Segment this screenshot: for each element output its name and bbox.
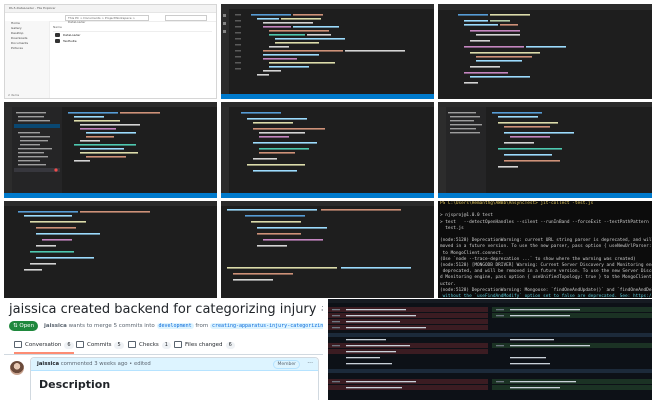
code-lines [4,102,217,198]
merge-summary: jaissica wants to merge 5 commits into d… [44,322,323,330]
comment-box: jaissica commented 3 weeks ago • edited … [30,357,319,400]
head-branch-label[interactable]: creating-apparatus-injury-categorizing-i… [209,323,323,329]
from-text: from [195,323,209,329]
terminal-line: moved in a future version. To use the ne… [440,244,652,250]
search-input[interactable] [165,15,207,21]
search-icon [223,22,226,25]
base-branch-label[interactable]: development [156,323,194,329]
navigation-pane: Home Gallery Desktop Downloads Documents… [5,21,50,98]
comment-meta: commented 3 weeks ago [60,361,128,367]
tab-label: Files changed [185,342,223,348]
source-control-icon [223,30,226,33]
tab-files-changed[interactable]: Files changed 6 [174,339,235,352]
file-name: DataLoader [63,33,81,37]
code-lines [438,102,652,198]
file-diff-icon [174,341,182,348]
tab-commits[interactable]: Commits 5 [76,339,124,352]
terminal-line: d Monitoring engine, pass option { useUn… [440,275,652,281]
folder-icon [55,33,60,37]
checks-icon [128,341,136,348]
pr-title: jaissica created backend for categorizin… [9,302,323,317]
author-link[interactable]: jaissica [44,323,67,329]
terminal-line: without the `useFindAndModify` option se… [440,294,652,298]
address-bar[interactable]: This PC > Documents > ProjectWorkspace >… [65,15,149,24]
avatar[interactable] [10,361,24,375]
code-editor-window [438,4,652,99]
code-lines [221,102,434,198]
status-badge: ⇅ Open [9,321,39,331]
code-editor-window [221,4,434,99]
tab-count: 6 [64,342,74,349]
conversation-icon [14,341,22,348]
tab-checks[interactable]: Checks 1 [128,339,171,352]
code-editor-window [221,201,434,298]
files-icon [223,14,226,17]
comment-author[interactable]: jaissica [37,361,59,367]
code-editor-window [4,201,217,298]
terminal-line: > test --detectOpenHandles --silent --ru… [440,219,649,225]
tab-label: Conversation [25,342,62,348]
tab-label: Checks [139,342,159,348]
folder-icon [55,39,60,43]
file-row[interactable]: TestSuite [53,38,212,44]
selected-file [14,124,60,128]
code-lines [221,201,434,281]
merge-text: wants to merge 5 commits into [68,323,155,329]
more-options-icon[interactable]: ··· [307,358,313,370]
tab-count: 5 [114,342,124,349]
description-heading: Description [39,378,111,391]
pr-title-text: jaissica created backend for categorizin… [9,302,317,317]
status-bar: 2 items [8,93,20,97]
tab-count: 1 [161,342,171,349]
diff-lines [328,299,652,390]
tab-label: Commits [87,342,112,348]
pr-number[interactable]: #1405 [321,302,323,317]
diff-view-window [328,299,652,400]
tab-count: 6 [225,342,235,349]
code-editor-window [4,102,217,198]
file-explorer-window: PA-5-DataLoader - File Explorer This PC … [4,4,217,99]
pr-tabs: Conversation 6 Commits 5 Checks 1 Files cha… [4,335,323,355]
code-lines [4,201,217,271]
column-header-name[interactable]: Name [53,25,212,32]
status-badge-label: Open [19,323,35,329]
terminal-output: PS C:\Users\Hemanthg\AWBb\AnsyncTest> ji… [438,201,652,298]
file-name: TestSuite [63,39,77,43]
code-editor-window [438,102,652,198]
code-lines [221,12,434,99]
github-pull-request-page: jaissica created backend for categorizin… [4,299,323,400]
member-badge: Member [273,360,300,369]
code-editor-window [221,102,434,198]
file-list: Name DataLoader TestSuite [53,25,212,44]
tab-conversation[interactable]: Conversation 6 [14,339,74,354]
terminal-window: PS C:\Users\Hemanthg\AWBb\AnsyncTest> ji… [438,201,652,298]
code-lines [438,4,652,84]
edited-label[interactable]: • edited [129,361,151,367]
comment-header: jaissica commented 3 weeks ago • edited … [31,358,318,371]
nav-item[interactable]: Pictures [5,46,49,51]
commit-icon [76,341,84,348]
window-title: PA-5-DataLoader - File Explorer [5,5,216,13]
